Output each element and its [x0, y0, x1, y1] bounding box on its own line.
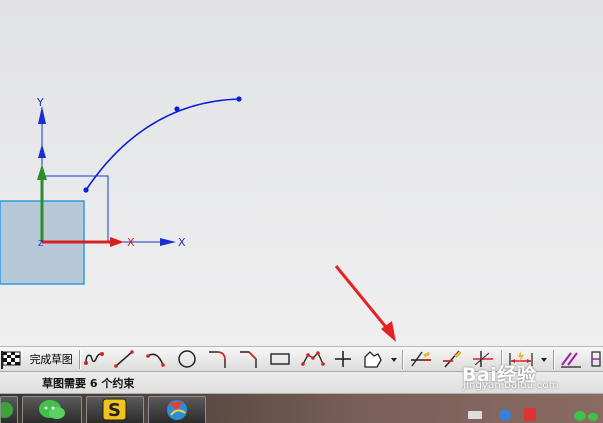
y-axis-arrow-mid-icon [38, 144, 46, 158]
keyboard-icon [468, 411, 482, 419]
sketch-canvas[interactable]: Y X X Z [0, 0, 603, 346]
arc-mid-point[interactable] [174, 106, 180, 112]
toolbar-separator [553, 350, 554, 369]
geometric-constraint-icon[interactable] [558, 348, 584, 370]
svg-text:S: S [108, 400, 121, 421]
status-message: 草图需要 6 个约束 [42, 377, 135, 390]
partial-icon[interactable] [588, 348, 603, 370]
chamfer-icon[interactable] [237, 348, 261, 370]
toolbar-separator [79, 350, 80, 369]
fillet-icon[interactable] [206, 348, 230, 370]
sketch-arc-curve[interactable] [85, 98, 240, 191]
quick-trim-icon[interactable] [408, 348, 434, 370]
finish-sketch-flag-icon[interactable] [0, 348, 24, 370]
dropdown-arrow-icon[interactable] [389, 348, 399, 370]
toolbar-separator [402, 350, 403, 369]
wechat-icon [39, 400, 65, 419]
watermark-url: jingyan.baidu.com [463, 380, 559, 391]
circle-icon[interactable] [175, 348, 199, 370]
annotation-arrow-line [334, 265, 392, 333]
taskbar-button-sogou[interactable]: S [86, 396, 144, 423]
dropdown-arrow-icon[interactable] [539, 348, 549, 370]
triad-x-arrow-icon [110, 237, 124, 247]
system-tray [468, 408, 598, 421]
x-axis-arrow-icon [160, 238, 176, 246]
studio-spline-icon[interactable] [300, 348, 326, 370]
triad-z-label: Z [38, 239, 44, 248]
arc-end-point[interactable] [236, 96, 242, 102]
line-icon[interactable] [112, 348, 136, 370]
sogou-icon: S [102, 398, 127, 421]
taskbar-button-wechat[interactable] [22, 396, 82, 423]
rectangle-icon[interactable] [268, 348, 292, 370]
polygon-icon[interactable] [360, 348, 386, 370]
finish-sketch-label: 完成草图 [29, 353, 73, 366]
graphics-viewport[interactable]: Y X X Z [0, 0, 603, 346]
triad-y-arrow-icon [37, 164, 47, 180]
y-axis-label: Y [36, 96, 44, 109]
triad-x-label: X [127, 236, 135, 249]
wechat-tray-icon [574, 411, 586, 421]
profile-icon[interactable] [82, 348, 106, 370]
finish-sketch-button[interactable]: 完成草图 [25, 348, 77, 370]
taskbar-button-nx[interactable] [148, 396, 206, 423]
windows-taskbar: S [0, 394, 603, 423]
nx-app-icon [167, 400, 187, 420]
arc-start-point[interactable] [83, 187, 89, 193]
arc-icon[interactable] [144, 348, 168, 370]
point-icon[interactable] [331, 348, 355, 370]
antivirus-icon [524, 408, 536, 421]
taskbar-button-app[interactable] [0, 396, 18, 423]
network-icon [499, 409, 511, 421]
x-axis-label: X [178, 236, 186, 249]
